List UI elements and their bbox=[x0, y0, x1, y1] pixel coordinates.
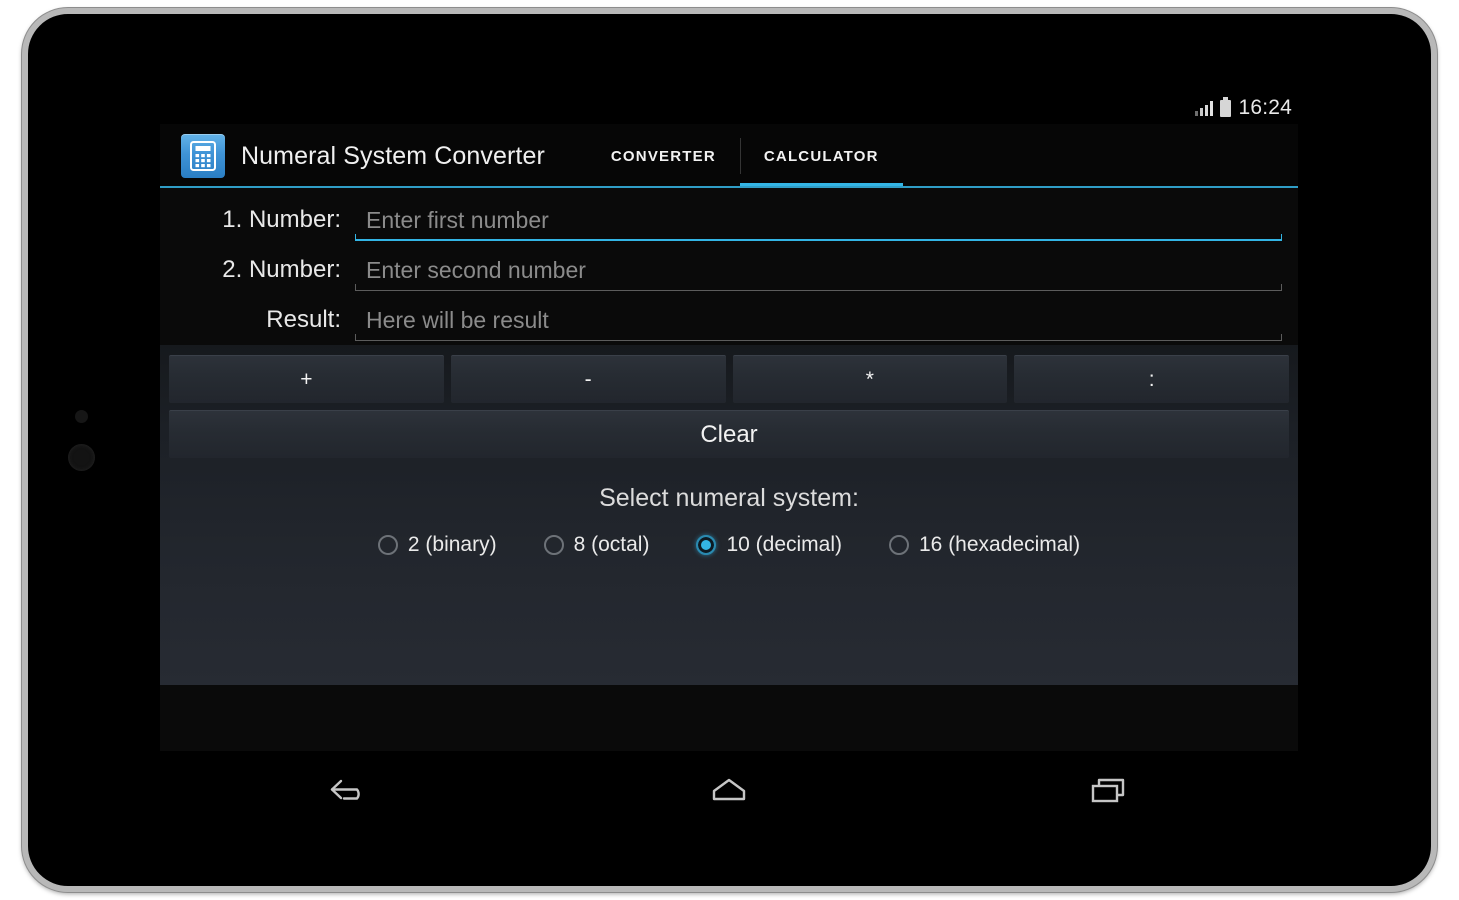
clear-button[interactable]: Clear bbox=[169, 410, 1289, 458]
radio-binary-label: 2 (binary) bbox=[407, 533, 497, 556]
radio-hexadecimal[interactable]: 16 (hexadecimal) bbox=[889, 533, 1080, 557]
radio-binary[interactable]: 2 (binary) bbox=[377, 533, 497, 557]
tab-converter[interactable]: CONVERTER bbox=[587, 124, 740, 188]
result-placeholder: Here will be result bbox=[366, 306, 549, 333]
subtract-button[interactable]: - bbox=[450, 355, 726, 403]
second-number-underline bbox=[355, 284, 1282, 291]
status-bar: 16:24 bbox=[160, 92, 1298, 124]
result-input[interactable]: Here will be result bbox=[355, 297, 1282, 343]
tab-calculator[interactable]: CALCULATOR bbox=[739, 124, 903, 188]
radio-octal-dot-icon bbox=[543, 535, 564, 555]
action-bar: Numeral System Converter CONVERTER CALCU… bbox=[160, 124, 1298, 188]
sensor-dot-icon bbox=[75, 410, 88, 423]
calculator-form: 1. Number: Enter first number 2. Number:… bbox=[160, 188, 1298, 345]
home-button[interactable] bbox=[669, 760, 789, 820]
app-window: Numeral System Converter CONVERTER CALCU… bbox=[160, 124, 1298, 751]
add-button[interactable]: + bbox=[169, 355, 444, 403]
clear-button-row: Clear bbox=[160, 403, 1298, 458]
radio-binary-dot-icon bbox=[377, 535, 398, 555]
operator-button-row: + - * : bbox=[160, 355, 1298, 403]
second-number-row: 2. Number: Enter second number bbox=[160, 245, 1298, 295]
numeral-system-title: Select numeral system: bbox=[599, 484, 859, 512]
first-number-placeholder: Enter first number bbox=[366, 206, 549, 233]
radio-octal-label: 8 (octal) bbox=[573, 533, 650, 556]
result-row: Result: Here will be result bbox=[160, 295, 1298, 345]
back-icon bbox=[330, 779, 360, 800]
multiply-button[interactable]: * bbox=[732, 355, 1008, 403]
second-number-label: 2. Number: bbox=[222, 256, 341, 283]
radio-decimal[interactable]: 10 (decimal) bbox=[696, 533, 842, 557]
calculator-app-icon bbox=[181, 134, 225, 178]
app-title: Numeral System Converter bbox=[241, 141, 545, 170]
recents-icon bbox=[1092, 778, 1125, 803]
radio-octal[interactable]: 8 (octal) bbox=[543, 533, 650, 557]
first-number-underline bbox=[355, 234, 1282, 241]
recents-button[interactable] bbox=[1048, 760, 1168, 820]
tab-calculator-label: CALCULATOR bbox=[763, 147, 879, 165]
signal-bars-icon bbox=[1194, 100, 1214, 116]
result-label: Result: bbox=[266, 306, 341, 333]
system-navigation-bar bbox=[160, 751, 1298, 829]
radio-hexadecimal-dot-icon bbox=[889, 535, 909, 555]
home-icon bbox=[712, 778, 746, 801]
back-button[interactable] bbox=[290, 760, 410, 820]
tab-bar: CONVERTER CALCULATOR bbox=[587, 124, 903, 188]
action-bar-underline bbox=[160, 186, 1298, 188]
first-number-input[interactable]: Enter first number bbox=[355, 197, 1282, 243]
tab-converter-label: CONVERTER bbox=[610, 147, 716, 165]
second-number-input[interactable]: Enter second number bbox=[355, 247, 1282, 293]
divide-button[interactable]: : bbox=[1014, 355, 1289, 403]
radio-decimal-dot-icon bbox=[696, 535, 717, 555]
first-number-label: 1. Number: bbox=[222, 206, 341, 233]
operations-panel: + - * : Clear Select numeral system: 2 (… bbox=[160, 345, 1298, 685]
radio-hexadecimal-label: 16 (hexadecimal) bbox=[919, 533, 1081, 556]
second-number-placeholder: Enter second number bbox=[366, 256, 586, 283]
first-number-row: 1. Number: Enter first number bbox=[160, 195, 1298, 245]
result-underline bbox=[355, 334, 1282, 341]
numeral-system-radio-group: 2 (binary) 8 (octal) 10 (decimal) 16 (he… bbox=[160, 513, 1298, 557]
radio-decimal-label: 10 (decimal) bbox=[726, 533, 842, 556]
front-camera-icon bbox=[68, 444, 95, 471]
battery-icon bbox=[1220, 96, 1232, 117]
status-time: 16:24 bbox=[1238, 96, 1292, 119]
